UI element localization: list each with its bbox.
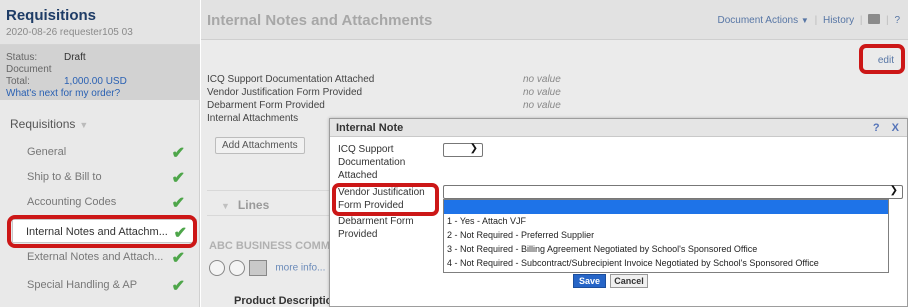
option-2[interactable]: 2 - Not Required - Preferred Supplier: [444, 228, 888, 242]
status-label: Status:: [6, 52, 38, 63]
sidebar: Requisitions 2020-08-26 requester105 03 …: [0, 0, 200, 307]
total-label: Document Total:: [6, 64, 52, 87]
whats-next-link[interactable]: What's next for my order?: [6, 88, 120, 99]
caret-down-icon: ▼: [800, 16, 809, 25]
status-value: Draft: [64, 52, 86, 63]
main-header: Internal Notes and Attachments Document …: [201, 0, 908, 40]
lines-label: Lines: [237, 198, 270, 212]
sidebar-item-external-notes[interactable]: External Notes and Attach... ✔: [14, 245, 194, 269]
dialog-header: Internal Note ? X: [330, 119, 907, 137]
sidebar-item-label: Ship to & Bill to: [27, 171, 102, 183]
checkmark-icon: ✔: [171, 250, 185, 267]
document-subtitle: 2020-08-26 requester105 03: [6, 27, 133, 38]
lines-section-toggle[interactable]: ▼ Lines: [207, 190, 333, 216]
total-value: 1,000.00 USD: [64, 76, 127, 87]
header-actions: Document Actions ▼ | History | | ?: [717, 14, 900, 26]
sidebar-item-label: Special Handling & AP: [27, 279, 138, 291]
document-title: Requisitions: [6, 7, 97, 24]
cancel-button[interactable]: Cancel: [610, 274, 648, 288]
field-value: no value: [523, 87, 561, 98]
checkmark-icon: ✔: [171, 278, 185, 295]
field-row: ICQ Support Documentation Attached no val…: [207, 73, 561, 86]
info-icon[interactable]: [228, 260, 245, 276]
save-button[interactable]: Save: [573, 274, 606, 288]
sidebar-item-label: General: [27, 146, 67, 158]
icq-support-label: ICQ Support Documentation Attached: [338, 144, 406, 181]
option-4[interactable]: 4 - Not Required - Subcontract/Subrecipi…: [444, 256, 888, 270]
sidebar-item-general[interactable]: General ✔: [14, 140, 194, 164]
help-icon[interactable]: ?: [894, 15, 900, 26]
vendor-icons: more info...: [209, 260, 325, 280]
checkmark-icon: ✔: [171, 170, 185, 187]
dialog-controls: ? X: [864, 122, 899, 134]
close-icon[interactable]: X: [892, 122, 899, 134]
checkmark-icon: ✔: [171, 195, 185, 212]
status-panel: Status: Draft Document Total: 1,000.00 USD…: [0, 45, 200, 100]
vendor-justification-select[interactable]: ❯: [443, 185, 903, 199]
section-title: Requisitions: [10, 117, 76, 131]
more-info-link[interactable]: more info...: [275, 263, 325, 274]
internal-note-dialog: Internal Note ? X ICQ Support Documentat…: [329, 118, 908, 307]
field-row: Debarment Form Provided no value: [207, 99, 561, 112]
vendor-justification-label: Vendor Justification Form Provided: [338, 187, 425, 211]
highlight-annotation: [859, 44, 905, 74]
sidebar-item-label: External Notes and Attach...: [27, 251, 164, 263]
print-icon[interactable]: [868, 14, 881, 24]
column-header-product-description: Product Description: [234, 295, 340, 307]
help-icon[interactable]: ?: [873, 122, 880, 134]
field-value: no value: [523, 100, 561, 111]
field-label: Internal Attachments: [207, 113, 299, 124]
field-label: Vendor Justification Form Provided: [207, 87, 363, 98]
sidebar-item-ship-bill[interactable]: Ship to & Bill to ✔: [14, 165, 194, 189]
field-value: no value: [523, 74, 561, 85]
dialog-title: Internal Note: [336, 122, 404, 134]
field-row: Vendor Justification Form Provided no val…: [207, 86, 561, 99]
field-label: Debarment Form Provided: [207, 100, 325, 111]
chevron-down-icon: ▼: [221, 201, 230, 211]
option-1[interactable]: 1 - Yes - Attach VJF: [444, 214, 888, 228]
vendor-name: ABC BUSINESS COMM: [209, 240, 331, 252]
sidebar-item-special-handling[interactable]: Special Handling & AP ✔: [14, 273, 194, 297]
sidebar-item-accounting-codes[interactable]: Accounting Codes ✔: [14, 190, 194, 214]
icq-support-select[interactable]: ❯: [443, 143, 483, 157]
chevron-down-icon: ❯: [469, 143, 478, 154]
chevron-down-icon: ▼: [79, 120, 89, 130]
debarment-form-label: Debarment Form Provided: [338, 216, 414, 240]
document-actions-menu[interactable]: Document Actions ▼: [717, 15, 808, 26]
checkmark-icon: ✔: [171, 145, 185, 162]
chevron-down-icon: ❯: [889, 185, 898, 196]
sidebar-item-label: Accounting Codes: [27, 196, 117, 208]
document-edit-icon[interactable]: [248, 260, 267, 276]
page-title: Internal Notes and Attachments: [207, 12, 433, 29]
option-3[interactable]: 3 - Not Required - Billing Agreement Neg…: [444, 242, 888, 256]
option-blank[interactable]: [444, 200, 888, 214]
sidebar-header: Requisitions 2020-08-26 requester105 03: [0, 0, 200, 45]
contact-icon[interactable]: [209, 260, 225, 276]
vendor-justification-options: 1 - Yes - Attach VJF 2 - Not Required - …: [443, 199, 889, 273]
field-label: ICQ Support Documentation Attached: [207, 74, 375, 85]
highlight-annotation: [7, 215, 197, 248]
section-requisitions[interactable]: Requisitions ▼: [10, 117, 88, 131]
history-link[interactable]: History: [823, 15, 854, 26]
add-attachments-button[interactable]: Add Attachments: [215, 137, 305, 154]
